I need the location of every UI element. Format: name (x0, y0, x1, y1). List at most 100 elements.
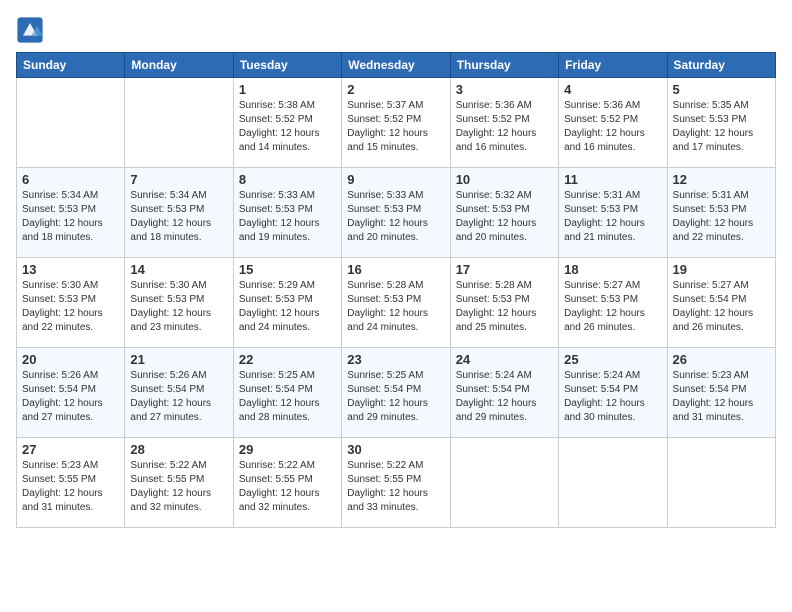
day-number: 9 (347, 172, 444, 187)
calendar-cell: 15 Sunrise: 5:29 AM Sunset: 5:53 PM Dayli… (233, 258, 341, 348)
day-info: Sunrise: 5:34 AM Sunset: 5:53 PM Dayligh… (130, 189, 227, 245)
day-info: Sunrise: 5:28 AM Sunset: 5:53 PM Dayligh… (456, 279, 553, 335)
day-info: Sunrise: 5:23 AM Sunset: 5:54 PM Dayligh… (673, 369, 770, 425)
calendar-table: SundayMondayTuesdayWednesdayThursdayFrid… (16, 52, 776, 528)
day-info: Sunrise: 5:36 AM Sunset: 5:52 PM Dayligh… (564, 99, 661, 155)
day-number: 14 (130, 262, 227, 277)
day-number: 30 (347, 442, 444, 457)
calendar-cell: 28 Sunrise: 5:22 AM Sunset: 5:55 PM Dayli… (125, 438, 233, 528)
day-number: 12 (673, 172, 770, 187)
day-number: 7 (130, 172, 227, 187)
day-number: 25 (564, 352, 661, 367)
calendar-cell: 24 Sunrise: 5:24 AM Sunset: 5:54 PM Dayli… (450, 348, 558, 438)
logo-icon (16, 16, 44, 44)
day-info: Sunrise: 5:37 AM Sunset: 5:52 PM Dayligh… (347, 99, 444, 155)
calendar-cell: 29 Sunrise: 5:22 AM Sunset: 5:55 PM Dayli… (233, 438, 341, 528)
day-info: Sunrise: 5:32 AM Sunset: 5:53 PM Dayligh… (456, 189, 553, 245)
week-row-5: 27 Sunrise: 5:23 AM Sunset: 5:55 PM Dayli… (17, 438, 776, 528)
day-info: Sunrise: 5:38 AM Sunset: 5:52 PM Dayligh… (239, 99, 336, 155)
day-info: Sunrise: 5:22 AM Sunset: 5:55 PM Dayligh… (130, 459, 227, 515)
day-info: Sunrise: 5:30 AM Sunset: 5:53 PM Dayligh… (22, 279, 119, 335)
calendar-cell: 3 Sunrise: 5:36 AM Sunset: 5:52 PM Daylig… (450, 78, 558, 168)
col-header-sunday: Sunday (17, 53, 125, 78)
day-info: Sunrise: 5:35 AM Sunset: 5:53 PM Dayligh… (673, 99, 770, 155)
day-number: 29 (239, 442, 336, 457)
day-info: Sunrise: 5:34 AM Sunset: 5:53 PM Dayligh… (22, 189, 119, 245)
day-number: 5 (673, 82, 770, 97)
day-info: Sunrise: 5:33 AM Sunset: 5:53 PM Dayligh… (239, 189, 336, 245)
day-info: Sunrise: 5:24 AM Sunset: 5:54 PM Dayligh… (564, 369, 661, 425)
day-info: Sunrise: 5:24 AM Sunset: 5:54 PM Dayligh… (456, 369, 553, 425)
day-number: 24 (456, 352, 553, 367)
calendar-cell (17, 78, 125, 168)
calendar-cell (125, 78, 233, 168)
day-info: Sunrise: 5:31 AM Sunset: 5:53 PM Dayligh… (564, 189, 661, 245)
day-number: 13 (22, 262, 119, 277)
calendar-cell: 16 Sunrise: 5:28 AM Sunset: 5:53 PM Dayli… (342, 258, 450, 348)
calendar-cell: 10 Sunrise: 5:32 AM Sunset: 5:53 PM Dayli… (450, 168, 558, 258)
day-number: 16 (347, 262, 444, 277)
col-header-monday: Monday (125, 53, 233, 78)
calendar-cell: 13 Sunrise: 5:30 AM Sunset: 5:53 PM Dayli… (17, 258, 125, 348)
day-info: Sunrise: 5:25 AM Sunset: 5:54 PM Dayligh… (239, 369, 336, 425)
calendar-cell: 6 Sunrise: 5:34 AM Sunset: 5:53 PM Daylig… (17, 168, 125, 258)
col-header-tuesday: Tuesday (233, 53, 341, 78)
day-number: 2 (347, 82, 444, 97)
day-number: 10 (456, 172, 553, 187)
day-info: Sunrise: 5:26 AM Sunset: 5:54 PM Dayligh… (22, 369, 119, 425)
day-info: Sunrise: 5:29 AM Sunset: 5:53 PM Dayligh… (239, 279, 336, 335)
calendar-cell: 22 Sunrise: 5:25 AM Sunset: 5:54 PM Dayli… (233, 348, 341, 438)
day-number: 18 (564, 262, 661, 277)
day-info: Sunrise: 5:30 AM Sunset: 5:53 PM Dayligh… (130, 279, 227, 335)
day-info: Sunrise: 5:27 AM Sunset: 5:53 PM Dayligh… (564, 279, 661, 335)
day-number: 15 (239, 262, 336, 277)
day-number: 26 (673, 352, 770, 367)
calendar-cell: 27 Sunrise: 5:23 AM Sunset: 5:55 PM Dayli… (17, 438, 125, 528)
day-number: 11 (564, 172, 661, 187)
day-number: 6 (22, 172, 119, 187)
week-row-4: 20Sunrise: 5:26 AM Sunset: 5:54 PM Dayli… (17, 348, 776, 438)
calendar-cell: 9 Sunrise: 5:33 AM Sunset: 5:53 PM Daylig… (342, 168, 450, 258)
day-number: 19 (673, 262, 770, 277)
day-info: Sunrise: 5:31 AM Sunset: 5:53 PM Dayligh… (673, 189, 770, 245)
calendar-cell: 17Sunrise: 5:28 AM Sunset: 5:53 PM Dayli… (450, 258, 558, 348)
calendar-cell: 26 Sunrise: 5:23 AM Sunset: 5:54 PM Dayli… (667, 348, 775, 438)
col-header-saturday: Saturday (667, 53, 775, 78)
col-header-friday: Friday (559, 53, 667, 78)
calendar-cell (559, 438, 667, 528)
day-number: 27 (22, 442, 119, 457)
day-info: Sunrise: 5:36 AM Sunset: 5:52 PM Dayligh… (456, 99, 553, 155)
calendar-cell: 30 Sunrise: 5:22 AM Sunset: 5:55 PM Dayli… (342, 438, 450, 528)
col-header-wednesday: Wednesday (342, 53, 450, 78)
calendar-cell (450, 438, 558, 528)
day-info: Sunrise: 5:23 AM Sunset: 5:55 PM Dayligh… (22, 459, 119, 515)
day-number: 21 (130, 352, 227, 367)
day-info: Sunrise: 5:22 AM Sunset: 5:55 PM Dayligh… (239, 459, 336, 515)
day-number: 3 (456, 82, 553, 97)
day-number: 23 (347, 352, 444, 367)
calendar-cell: 18 Sunrise: 5:27 AM Sunset: 5:53 PM Dayli… (559, 258, 667, 348)
day-number: 22 (239, 352, 336, 367)
calendar-cell: 4 Sunrise: 5:36 AM Sunset: 5:52 PM Daylig… (559, 78, 667, 168)
calendar-cell: 7 Sunrise: 5:34 AM Sunset: 5:53 PM Daylig… (125, 168, 233, 258)
day-info: Sunrise: 5:27 AM Sunset: 5:54 PM Dayligh… (673, 279, 770, 335)
day-info: Sunrise: 5:22 AM Sunset: 5:55 PM Dayligh… (347, 459, 444, 515)
week-row-3: 13 Sunrise: 5:30 AM Sunset: 5:53 PM Dayli… (17, 258, 776, 348)
calendar-cell: 23 Sunrise: 5:25 AM Sunset: 5:54 PM Dayli… (342, 348, 450, 438)
day-info: Sunrise: 5:25 AM Sunset: 5:54 PM Dayligh… (347, 369, 444, 425)
day-number: 28 (130, 442, 227, 457)
page-header (16, 16, 776, 44)
week-row-1: 1 Sunrise: 5:38 AM Sunset: 5:52 PM Daylig… (17, 78, 776, 168)
calendar-cell: 1 Sunrise: 5:38 AM Sunset: 5:52 PM Daylig… (233, 78, 341, 168)
calendar-cell (667, 438, 775, 528)
day-info: Sunrise: 5:28 AM Sunset: 5:53 PM Dayligh… (347, 279, 444, 335)
week-row-2: 6 Sunrise: 5:34 AM Sunset: 5:53 PM Daylig… (17, 168, 776, 258)
calendar-cell: 20Sunrise: 5:26 AM Sunset: 5:54 PM Dayli… (17, 348, 125, 438)
day-number: 4 (564, 82, 661, 97)
day-info: Sunrise: 5:33 AM Sunset: 5:53 PM Dayligh… (347, 189, 444, 245)
calendar-cell: 19 Sunrise: 5:27 AM Sunset: 5:54 PM Dayli… (667, 258, 775, 348)
day-number: 1 (239, 82, 336, 97)
calendar-cell: 21Sunrise: 5:26 AM Sunset: 5:54 PM Dayli… (125, 348, 233, 438)
calendar-header-row: SundayMondayTuesdayWednesdayThursdayFrid… (17, 53, 776, 78)
calendar-cell: 25 Sunrise: 5:24 AM Sunset: 5:54 PM Dayli… (559, 348, 667, 438)
